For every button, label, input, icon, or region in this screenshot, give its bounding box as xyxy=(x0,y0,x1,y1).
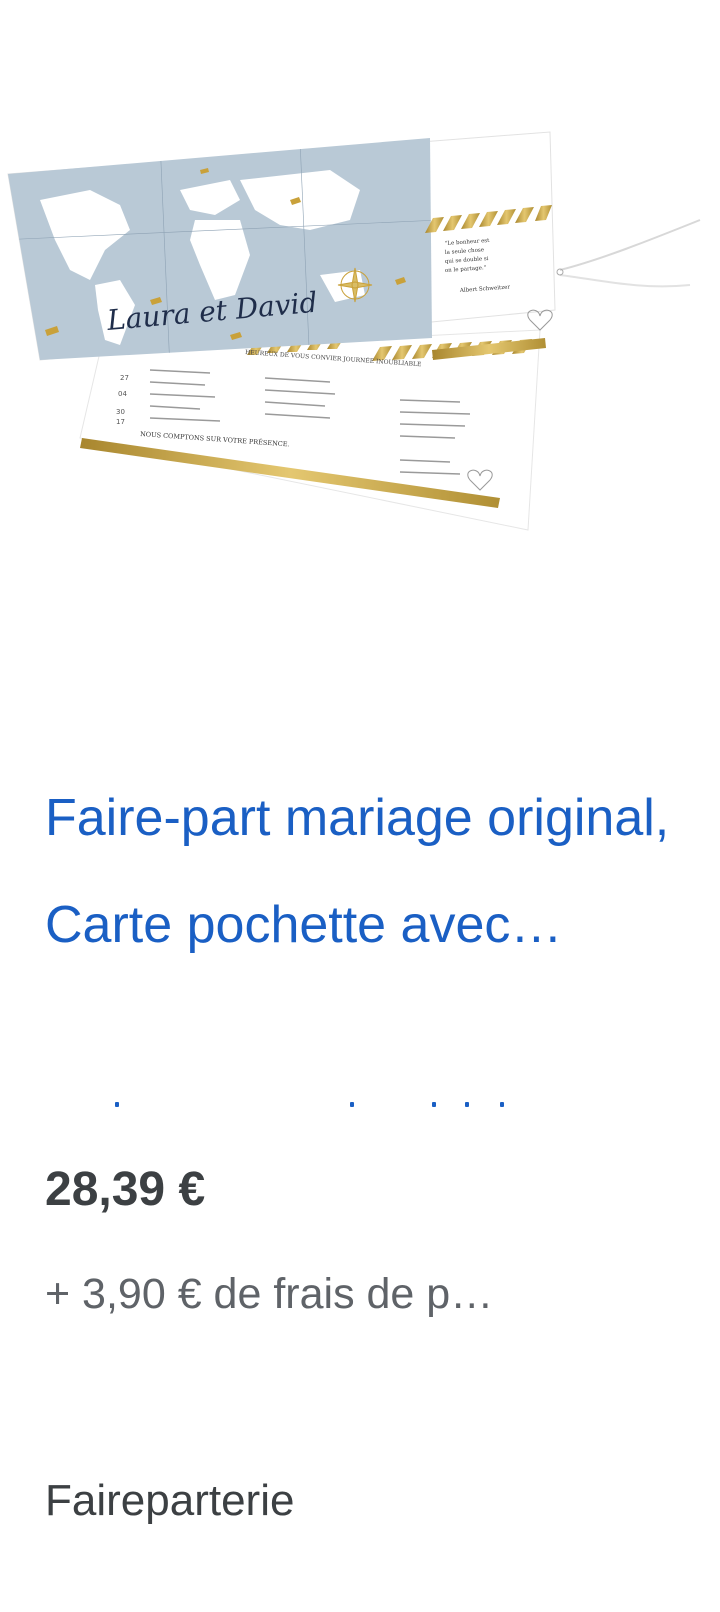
svg-text:17: 17 xyxy=(116,418,125,426)
product-card[interactable]: HEUREUX DE VOUS CONVIER JOURNÉE INOUBLIA… xyxy=(0,0,720,1612)
wedding-invitation-image: HEUREUX DE VOUS CONVIER JOURNÉE INOUBLIA… xyxy=(7,131,701,531)
svg-text:27: 27 xyxy=(120,374,129,382)
shipping-cost: + 3,90 € de frais de p… xyxy=(45,1270,494,1318)
svg-text:30: 30 xyxy=(116,408,125,416)
product-price: 28,39 € xyxy=(45,1163,206,1216)
seller-name: Faireparterie xyxy=(45,1476,295,1525)
product-image[interactable]: HEUREUX DE VOUS CONVIER JOURNÉE INOUBLIA… xyxy=(0,80,720,580)
invitation-details-card: HEUREUX DE VOUS CONVIER JOURNÉE INOUBLIA… xyxy=(79,329,541,531)
product-title-link[interactable]: Faire-part mariage original, Carte poche… xyxy=(45,765,675,979)
svg-text:04: 04 xyxy=(118,390,127,398)
title-overflow-residue xyxy=(45,1098,545,1110)
